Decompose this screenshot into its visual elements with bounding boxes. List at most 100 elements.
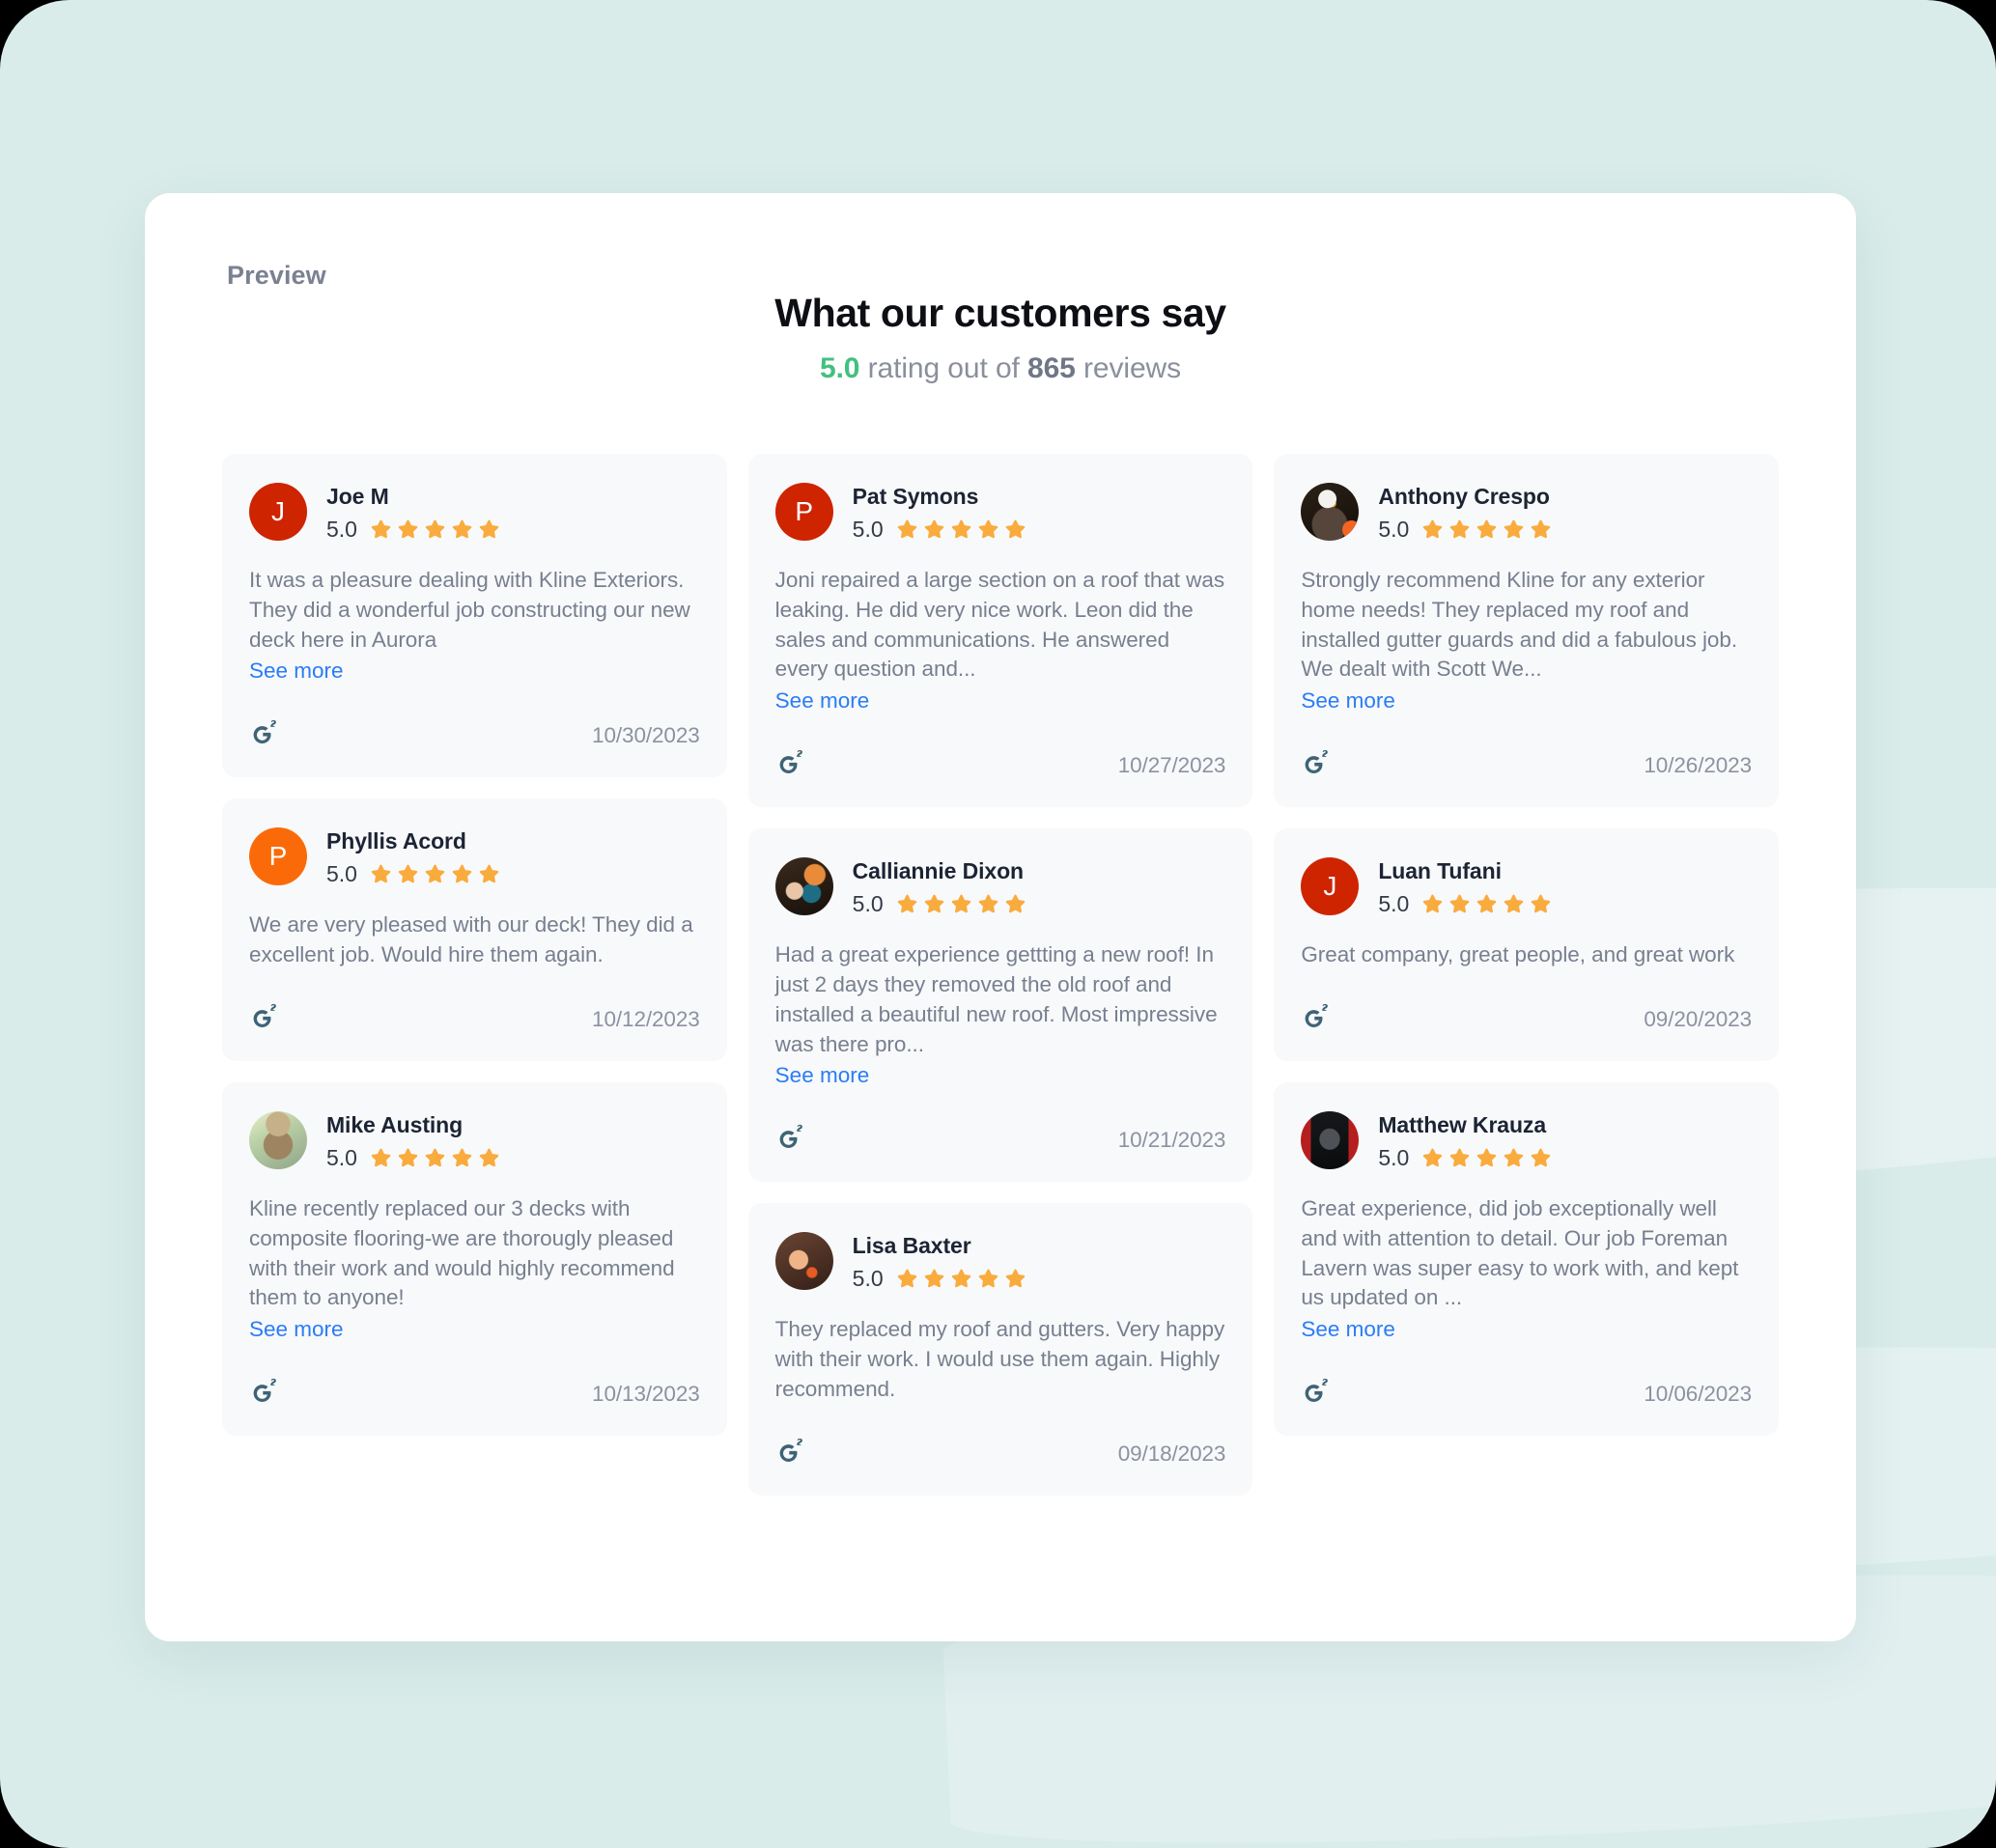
review-rating-row: 5.0	[853, 517, 1027, 543]
reviewer-info: Luan Tufani 5.0	[1378, 857, 1553, 917]
review-card-header: Anthony Crespo 5.0	[1301, 483, 1752, 543]
reviewer-name: Mike Austing	[326, 1111, 464, 1137]
review-card-header: Calliannie Dixon 5.0	[774, 857, 1226, 917]
see-more-link[interactable]: See more	[1301, 686, 1752, 716]
review-text: Strongly recommend Kline for any exterio…	[1301, 568, 1738, 682]
review-card: Mike Austing 5.0 Kline recently replaced o…	[222, 1081, 727, 1436]
rating-mid-text: rating out of	[859, 352, 1027, 385]
star-rating-icons	[369, 518, 501, 542]
review-rating-row: 5.0	[853, 1266, 1027, 1292]
review-body: We are very pleased with our deck! They …	[249, 887, 700, 970]
review-rating-row: 5.0	[326, 861, 501, 887]
review-body: Great company, great people, and great w…	[1301, 917, 1752, 970]
review-body: It was a pleasure dealing with Kline Ext…	[249, 543, 700, 686]
avatar	[249, 1110, 307, 1169]
review-date: 09/18/2023	[1117, 1441, 1226, 1466]
star-rating-icons	[369, 1146, 501, 1170]
review-rating-value: 5.0	[326, 1144, 357, 1170]
star-rating-icons	[369, 862, 501, 886]
avatar-initial: P	[268, 841, 288, 872]
see-more-link[interactable]: See more	[1301, 1315, 1752, 1345]
review-text: Kline recently replaced our 3 decks with…	[249, 1195, 675, 1310]
avatar-initial: J	[1323, 871, 1337, 902]
review-date: 10/06/2023	[1644, 1381, 1753, 1406]
page-background: Preview What our customers say 5.0 ratin…	[0, 0, 1996, 1848]
reviewer-name: Anthony Crespo	[1378, 484, 1550, 509]
review-card-footer: 10/26/2023	[1301, 716, 1752, 782]
g2-logo-icon	[775, 1438, 806, 1470]
avatar-badge-icon	[1342, 520, 1360, 539]
review-date: 10/21/2023	[1117, 1128, 1226, 1153]
reviewer-info: Lisa Baxter 5.0	[853, 1232, 1027, 1292]
star-rating-icons	[1420, 892, 1553, 916]
review-text: It was a pleasure dealing with Kline Ext…	[249, 568, 690, 652]
review-card-footer: 09/18/2023	[775, 1405, 1226, 1470]
review-card-header: Mike Austing 5.0	[249, 1110, 700, 1171]
review-rating-value: 5.0	[1378, 517, 1410, 542]
reviews-column-2: P Pat Symons 5.0 Joni repaired a large sect…	[747, 454, 1253, 1496]
review-text: We are very pleased with our deck! They …	[249, 912, 693, 967]
g2-logo-icon	[1301, 1003, 1332, 1036]
review-body: Had a great experience gettting a new ro…	[775, 917, 1226, 1091]
review-card: Calliannie Dixon 5.0 Had a great experienc…	[747, 828, 1253, 1183]
avatar	[774, 857, 833, 916]
avatar	[774, 1232, 833, 1291]
widget-header: What our customers say 5.0 rating out of…	[145, 290, 1856, 385]
reviewer-name: Calliannie Dixon	[852, 858, 1024, 884]
review-card-header: Lisa Baxter 5.0	[774, 1232, 1226, 1292]
review-card-footer: 10/13/2023	[249, 1345, 700, 1411]
reviews-column-3: Anthony Crespo 5.0 Strongly recommend Klin…	[1274, 454, 1780, 1436]
review-date: 10/26/2023	[1644, 753, 1753, 778]
reviews-grid: J Joe M 5.0 It was a pleasure dealing with …	[222, 454, 1780, 1496]
review-card: P Phyllis Acord 5.0 We are very pleased wit…	[222, 798, 727, 1061]
g2-logo-icon	[775, 1124, 806, 1157]
review-rating-row: 5.0	[1378, 891, 1553, 917]
rating-summary: 5.0 rating out of 865 reviews	[145, 352, 1856, 385]
avatar-initial: J	[271, 496, 285, 526]
review-card-header: P Pat Symons 5.0	[774, 483, 1226, 543]
avatar-initial: P	[795, 496, 814, 526]
star-rating-icons	[1420, 518, 1553, 542]
g2-logo-icon	[249, 719, 280, 752]
reviewer-info: Joe M 5.0	[326, 483, 501, 543]
review-rating-value: 5.0	[326, 861, 357, 887]
review-card-footer: 10/12/2023	[249, 970, 700, 1036]
review-body: Joni repaired a large section on a roof …	[775, 543, 1226, 716]
avatar	[1301, 483, 1360, 541]
review-card: J Luan Tufani 5.0 Great company, great peop…	[1274, 828, 1780, 1061]
page-title: What our customers say	[774, 291, 1226, 335]
reviewer-info: Anthony Crespo 5.0	[1378, 483, 1553, 543]
reviewer-info: Calliannie Dixon 5.0	[853, 857, 1027, 917]
reviewer-info: Phyllis Acord 5.0	[326, 827, 501, 887]
review-text: Great company, great people, and great w…	[1301, 942, 1735, 967]
see-more-link[interactable]: See more	[775, 1061, 1226, 1091]
review-rating-value: 5.0	[852, 517, 884, 542]
reviewer-info: Mike Austing 5.0	[326, 1111, 501, 1171]
review-rating-value: 5.0	[326, 517, 357, 542]
see-more-link[interactable]: See more	[249, 657, 700, 686]
see-more-link[interactable]: See more	[775, 686, 1226, 716]
review-rating-value: 5.0	[852, 1266, 884, 1292]
review-date: 10/12/2023	[592, 1006, 700, 1031]
review-text: They replaced my roof and gutters. Very …	[774, 1317, 1225, 1401]
reviewer-name: Phyllis Acord	[326, 828, 466, 854]
g2-logo-icon	[1301, 1378, 1332, 1411]
review-rating-value: 5.0	[852, 891, 884, 917]
review-date: 10/27/2023	[1117, 753, 1226, 778]
g2-logo-icon	[249, 1378, 280, 1411]
reviewer-name: Lisa Baxter	[852, 1233, 971, 1259]
see-more-link[interactable]: See more	[249, 1315, 700, 1345]
review-card-footer: 10/27/2023	[775, 716, 1226, 782]
review-body: Great experience, did job exceptionally …	[1301, 1171, 1752, 1345]
review-date: 09/20/2023	[1644, 1006, 1753, 1031]
review-card: Matthew Krauza 5.0 Great experience, did j…	[1274, 1081, 1780, 1436]
review-rating-row: 5.0	[326, 1145, 501, 1171]
review-body: They replaced my roof and gutters. Very …	[775, 1292, 1226, 1404]
review-date: 10/13/2023	[592, 1381, 700, 1406]
g2-logo-icon	[775, 749, 806, 782]
review-card-footer: 09/20/2023	[1301, 970, 1752, 1036]
review-date: 10/30/2023	[592, 723, 700, 748]
star-rating-icons	[1420, 1146, 1553, 1170]
review-rating-value: 5.0	[1378, 1144, 1410, 1170]
reviewer-name: Matthew Krauza	[1378, 1111, 1547, 1137]
